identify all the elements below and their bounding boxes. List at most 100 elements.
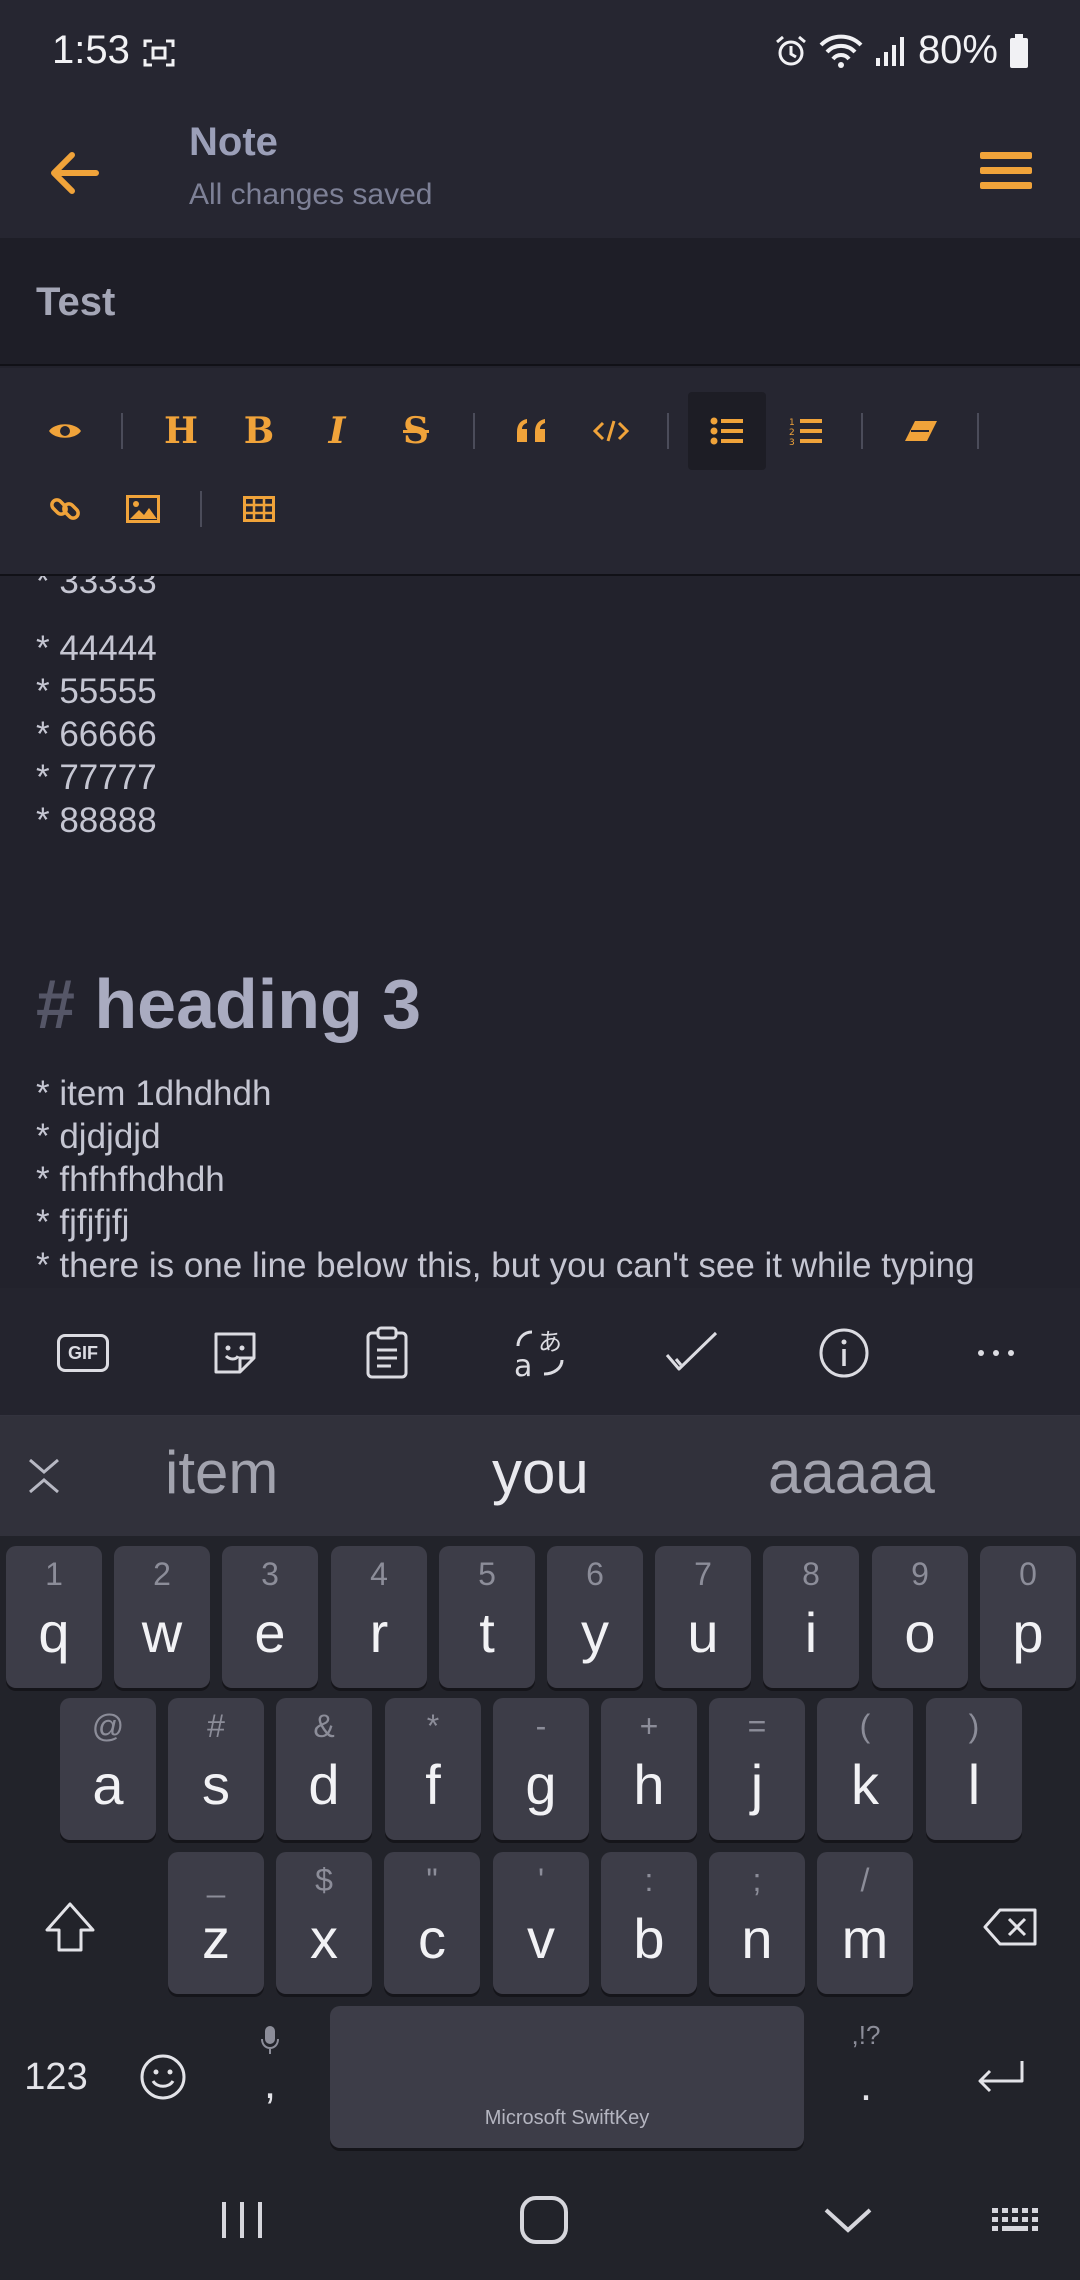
key-e[interactable]: 3e [222, 1546, 318, 1688]
svg-text:1: 1 [789, 418, 795, 428]
italic-button[interactable]: I [298, 392, 376, 470]
info-button[interactable] [809, 1318, 879, 1388]
key-w[interactable]: 2w [114, 1546, 210, 1688]
key-y[interactable]: 6y [547, 1546, 643, 1688]
sticker-button[interactable] [200, 1318, 270, 1388]
key-n[interactable]: ; n [709, 1852, 805, 1994]
hamburger-menu-icon[interactable] [970, 136, 1040, 206]
key-c[interactable]: " c [384, 1852, 480, 1994]
heading-button[interactable]: H [142, 392, 220, 470]
note-editor[interactable]: * 33333 * 44444 * 55555 * 66666 * 77777 … [0, 576, 1080, 1288]
preview-button[interactable] [26, 392, 104, 470]
key-a[interactable]: @ a [60, 1698, 156, 1840]
shift-icon [45, 1902, 95, 1952]
enter-key[interactable] [952, 2006, 1048, 2148]
keyboard-switch-icon[interactable] [990, 2190, 1046, 2250]
space-key[interactable]: Microsoft SwiftKey [330, 2006, 804, 2148]
key-hint: + [639, 1708, 659, 1744]
numbers-key[interactable]: 123 [8, 2006, 104, 2148]
period-key[interactable]: ,!? . [818, 2006, 914, 2148]
key-d[interactable]: & d [276, 1698, 372, 1840]
key-x[interactable]: $ x [276, 1852, 372, 1994]
key-hint: / [860, 1862, 870, 1898]
key-r[interactable]: 4r [331, 1546, 427, 1688]
key-h[interactable]: + h [601, 1698, 697, 1840]
key-p[interactable]: 0p [980, 1546, 1076, 1688]
suggestion-item[interactable]: item [165, 1438, 278, 1507]
numbered-list-icon: 1 2 3 [789, 418, 822, 446]
link-icon [50, 498, 80, 520]
key-m[interactable]: / m [817, 1852, 913, 1994]
quote-icon [517, 419, 545, 442]
bullet-list-button[interactable] [688, 392, 766, 470]
key-o[interactable]: 9o [872, 1546, 968, 1688]
note-title[interactable]: Test [36, 280, 115, 325]
back-arrow-icon[interactable] [40, 138, 110, 208]
hide-keyboard-icon[interactable] [818, 2190, 878, 2250]
editor-button[interactable] [657, 1318, 727, 1388]
translate-button[interactable]: a あ [505, 1318, 575, 1388]
suggestion-item[interactable]: you [492, 1438, 589, 1507]
link-button[interactable] [26, 470, 104, 548]
toolbar-divider [861, 413, 863, 449]
key-l[interactable]: ) l [926, 1698, 1022, 1840]
quote-button[interactable] [493, 392, 571, 470]
key-label: j [750, 1753, 764, 1816]
toolbar-divider [200, 491, 202, 527]
gif-button[interactable]: GIF [48, 1318, 118, 1388]
toolbar-divider [473, 413, 475, 449]
screenshot-icon [143, 39, 175, 67]
page-title: Note [189, 120, 278, 164]
clear-formatting-button[interactable] [882, 392, 960, 470]
key-z[interactable]: _ z [168, 1852, 264, 1994]
note-title-field[interactable]: Test [0, 238, 1080, 366]
comma-key[interactable]: , [222, 2006, 318, 2148]
image-icon [126, 495, 160, 523]
svg-text:2: 2 [789, 428, 795, 438]
key-v[interactable]: ' v [493, 1852, 589, 1994]
strikethrough-button[interactable]: S [377, 392, 455, 470]
key-k[interactable]: (k [817, 1698, 913, 1840]
battery-percent: 80% [917, 28, 998, 72]
key-q[interactable]: 1q [6, 1546, 102, 1688]
recent-apps-icon[interactable] [212, 2190, 272, 2250]
key-hint: $ [315, 1862, 333, 1898]
home-icon[interactable] [514, 2190, 574, 2250]
emoji-key[interactable] [115, 2006, 211, 2148]
key-j[interactable]: = j [709, 1698, 805, 1840]
italic-icon: I [328, 410, 346, 452]
key-hint: * [426, 1708, 440, 1744]
key-label: s [202, 1753, 230, 1816]
key-u[interactable]: 7u [655, 1546, 751, 1688]
key-t[interactable]: 5t [439, 1546, 535, 1688]
bold-button[interactable]: B [220, 392, 298, 470]
key-label: o [904, 1601, 936, 1664]
suggestion-item[interactable]: aaaaa [768, 1438, 935, 1507]
key-b[interactable]: :b [601, 1852, 697, 1994]
code-button[interactable] [572, 392, 650, 470]
numbered-list-button[interactable]: 1 2 3 [767, 392, 845, 470]
key-s[interactable]: # s [168, 1698, 264, 1840]
shift-key[interactable] [22, 1856, 118, 1998]
key-label: d [308, 1753, 340, 1816]
key-hint: 9 [911, 1556, 929, 1592]
key-label: m [841, 1907, 889, 1970]
code-icon [593, 420, 629, 442]
enter-icon [978, 2061, 1024, 2093]
key-label: k [851, 1753, 879, 1816]
space-label: Microsoft SwiftKey [484, 2107, 650, 2129]
key-f[interactable]: * f [385, 1698, 481, 1840]
key-hint: 2 [153, 1556, 171, 1592]
backspace-key[interactable] [962, 1856, 1058, 1998]
table-button[interactable] [220, 470, 298, 548]
text-line: * fhfhfhdhdh [36, 1160, 225, 1199]
more-options-button[interactable] [961, 1318, 1031, 1388]
key-g[interactable]: -g [493, 1698, 589, 1840]
image-button[interactable] [104, 470, 182, 548]
key-hint: = [747, 1708, 767, 1744]
key-i[interactable]: 8i [763, 1546, 859, 1688]
text-line: * 55555 [36, 672, 157, 711]
collapse-toolbar-icon[interactable] [22, 1454, 66, 1498]
clipboard-button[interactable] [352, 1318, 422, 1388]
key-label: r [369, 1601, 389, 1664]
